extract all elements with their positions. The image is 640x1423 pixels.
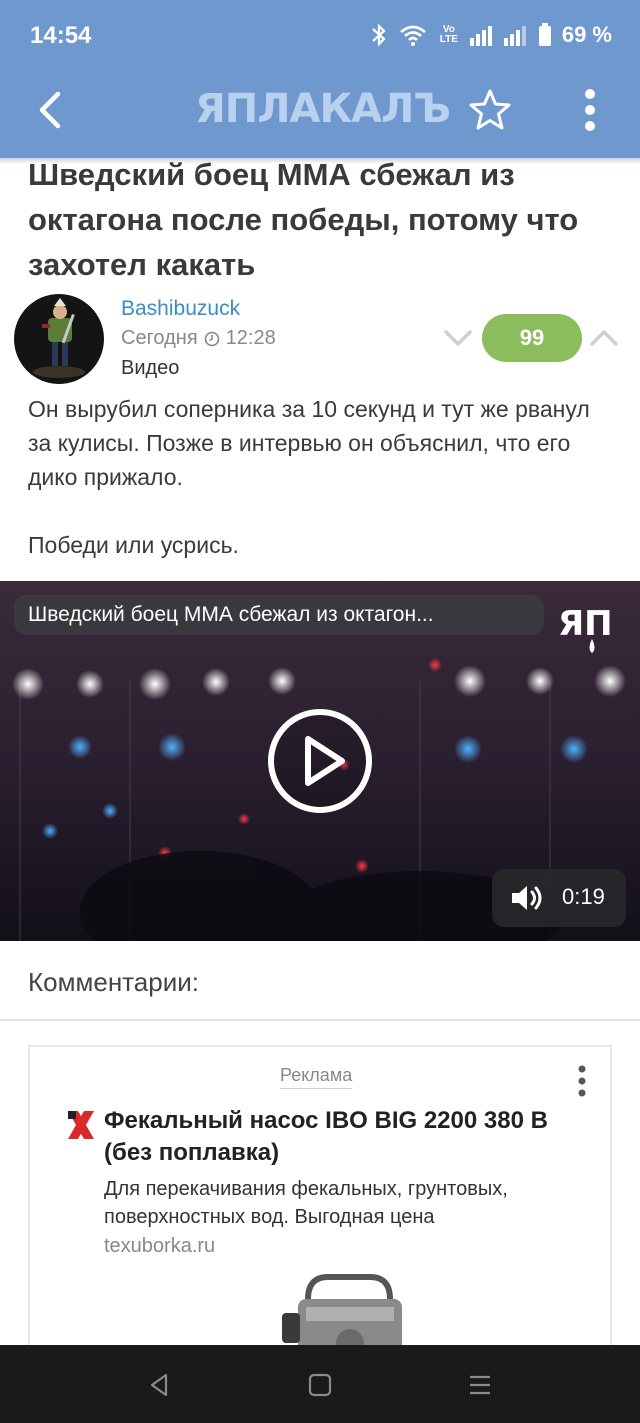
post-paragraph: Победи или усрись. — [28, 532, 239, 558]
divider — [0, 1019, 640, 1021]
back-arrow-icon[interactable] — [30, 88, 74, 132]
system-nav-bar — [0, 1345, 640, 1423]
advertiser-logo-icon — [68, 1111, 94, 1139]
app-logo[interactable]: ЯПЛАКАЛЪ — [195, 86, 451, 132]
ad-card[interactable]: Реклама Фекальный насос IBO BIG 2200 380… — [28, 1045, 612, 1365]
post-date: Сегодня 12:28 — [121, 327, 276, 350]
rating-badge: 99 — [482, 314, 582, 362]
avatar-figure-icon — [33, 298, 85, 378]
nav-recents-icon[interactable] — [466, 1371, 494, 1399]
status-time: 14:54 — [30, 22, 92, 49]
app-bar: ЯПЛАКАЛЪ — [0, 72, 640, 158]
ad-label: Реклама — [280, 1065, 353, 1089]
video-player[interactable]: Шведский боец ММА сбежал из октагон... Я… — [0, 581, 640, 941]
status-bar: 14:54 Vo LTE 69 % — [0, 0, 640, 72]
post-title: Шведский боец ММА сбежал из октагона пос… — [28, 157, 579, 282]
ad-description: Для перекачивания фекальных, грунтовых, … — [104, 1178, 508, 1228]
signal-icon — [469, 26, 492, 46]
video-duration: 0:19 — [562, 884, 605, 909]
video-title[interactable]: Шведский боец ММА сбежал из октагон... — [14, 595, 544, 635]
star-icon[interactable] — [466, 86, 514, 134]
volte-label: Vo LTE — [439, 24, 458, 45]
date-label: Сегодня — [121, 327, 198, 349]
battery-percent: 69 % — [561, 22, 612, 47]
yap-logo-text: ЯП — [558, 604, 613, 644]
volume-icon[interactable] — [510, 884, 546, 912]
author-link[interactable]: Bashibuzuck — [121, 297, 240, 321]
post-time: 12:28 — [225, 327, 276, 349]
clock-icon — [204, 331, 219, 346]
post-category[interactable]: Видео — [121, 357, 179, 380]
bluetooth-icon — [372, 23, 386, 47]
play-icon[interactable] — [266, 707, 374, 815]
ad-title[interactable]: Фекальный насос IBO BIG 2200 380 В (без … — [104, 1105, 594, 1169]
signal-icon-2 — [503, 26, 526, 46]
avatar[interactable] — [14, 294, 104, 384]
ad-more-icon[interactable] — [570, 1061, 594, 1101]
wifi-icon — [400, 25, 426, 46]
video-controls: 0:19 — [492, 869, 626, 927]
post-body: Он вырубил соперника за 10 секунд и тут … — [28, 392, 618, 562]
vote-up-icon[interactable] — [588, 326, 620, 350]
comments-heading: Комментарии: — [28, 967, 199, 997]
post-paragraph: Он вырубил соперника за 10 секунд и тут … — [28, 396, 590, 490]
yap-logo-icon: ЯП — [558, 604, 613, 653]
battery-icon — [538, 23, 551, 46]
nav-back-icon[interactable] — [146, 1371, 174, 1399]
nav-home-icon[interactable] — [306, 1371, 334, 1399]
more-vertical-icon[interactable] — [572, 86, 608, 134]
ad-domain[interactable]: texuborka.ru — [104, 1235, 215, 1258]
vote-down-icon[interactable] — [442, 326, 474, 350]
status-icons: Vo LTE 69 % — [370, 22, 612, 48]
